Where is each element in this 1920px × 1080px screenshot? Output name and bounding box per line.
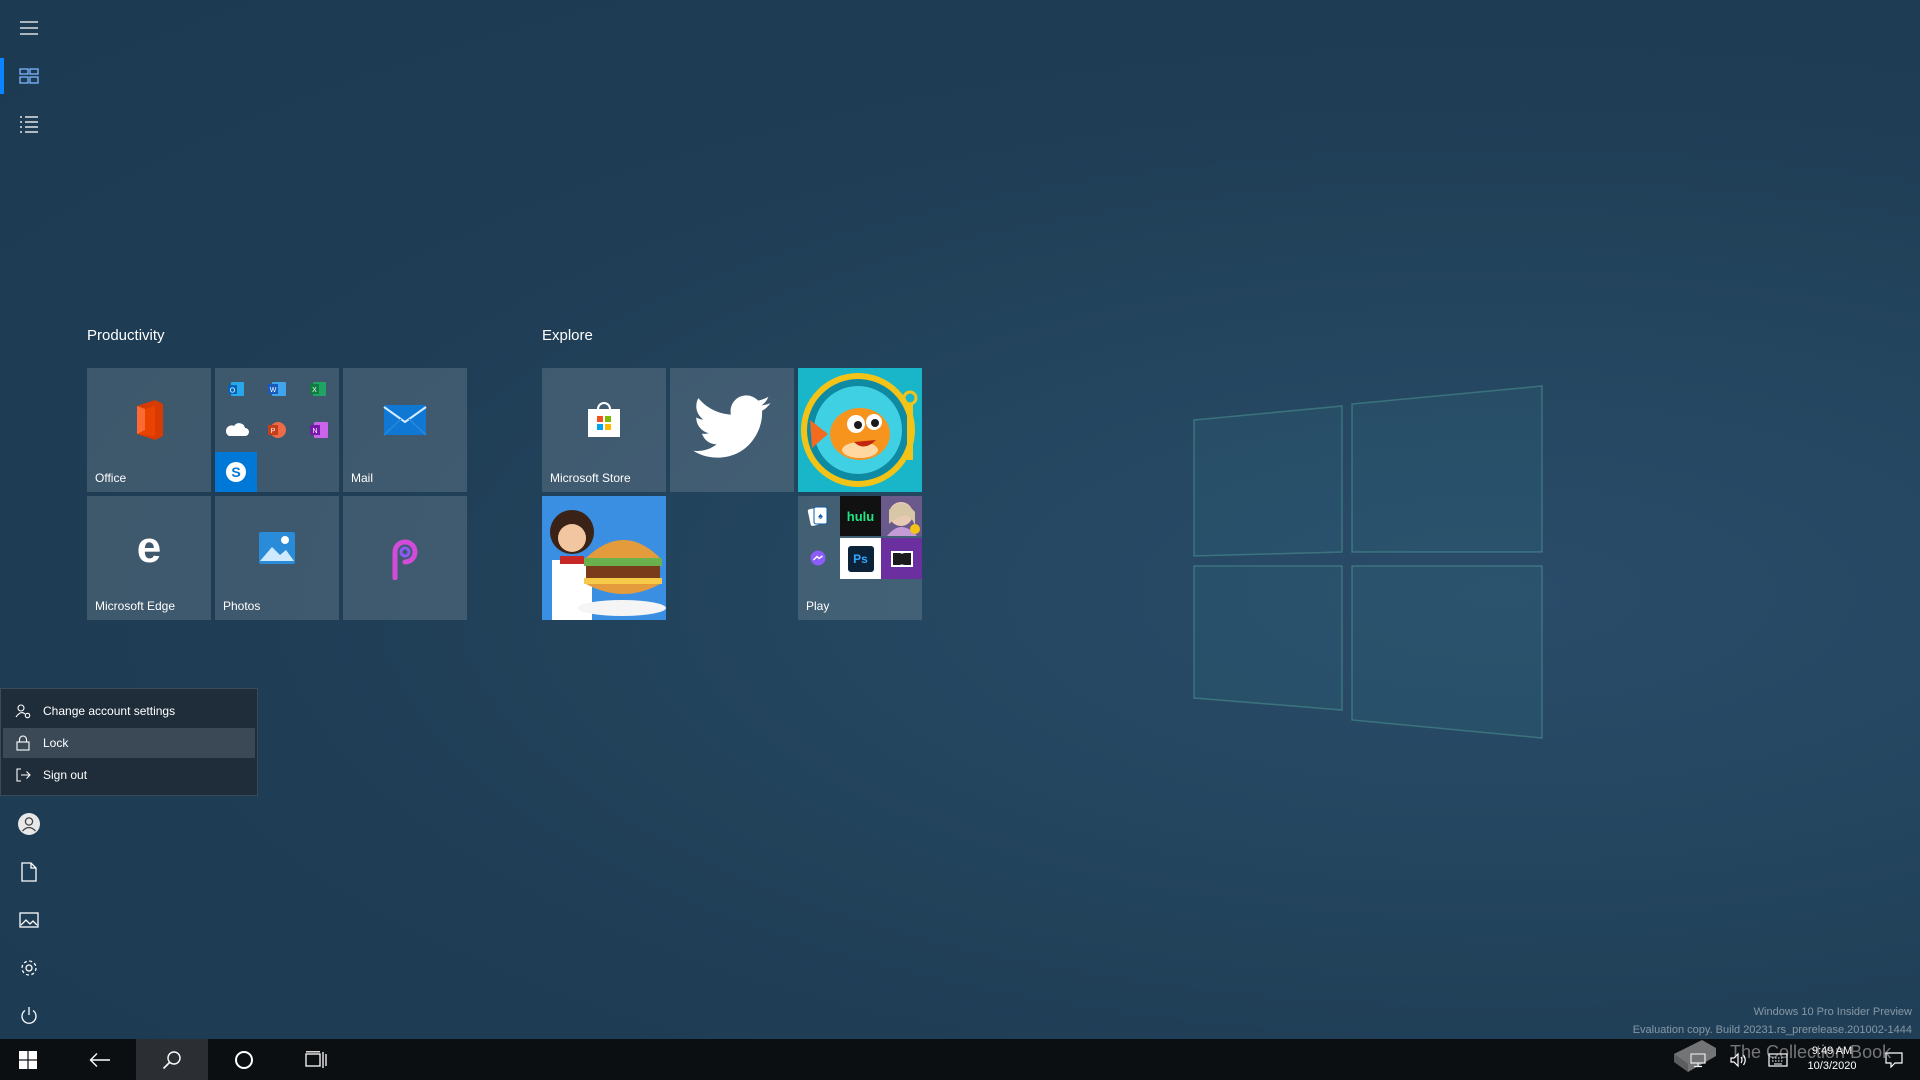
flyout-item-label: Change account settings <box>43 704 176 718</box>
tile-label: Mail <box>351 471 374 485</box>
hulu-tile: hulu <box>840 496 881 536</box>
book-logo-icon <box>1674 1040 1716 1072</box>
dolby-icon <box>890 550 913 567</box>
twitter-bird-icon <box>693 395 771 458</box>
back-arrow-icon <box>89 1052 110 1067</box>
messenger-icon <box>810 550 826 566</box>
pinned-tiles-button[interactable] <box>0 52 58 100</box>
account-button[interactable] <box>0 800 58 848</box>
windows-start-icon <box>19 1050 37 1069</box>
solitaire-icon: ♠ <box>807 506 828 526</box>
tile-cooking-fever[interactable] <box>542 496 666 620</box>
tile-play-folder[interactable]: ♠ hulu Ps Play <box>798 496 922 620</box>
svg-text:♠: ♠ <box>818 511 823 521</box>
windows-wallpaper-logo <box>1193 385 1543 739</box>
powerpoint-icon: P <box>268 422 286 438</box>
picsart-icon <box>392 539 418 580</box>
word-icon: W <box>268 382 286 396</box>
tile-label: Office <box>95 471 127 485</box>
settings-button[interactable] <box>0 944 58 992</box>
taskbar: 9:49 AM 10/3/2020 <box>0 1039 1920 1080</box>
account-flyout: Change account settings Lock Sign out <box>0 688 258 796</box>
tile-label: Photos <box>223 599 261 613</box>
tile-label: Play <box>806 599 830 613</box>
brand-watermark: The Collection Book <box>1668 1032 1891 1074</box>
photos-icon <box>259 532 295 564</box>
tile-photos[interactable]: Photos <box>215 496 339 620</box>
power-button[interactable] <box>0 992 58 1040</box>
tile-twitter[interactable] <box>670 368 794 492</box>
excel-icon: X <box>310 382 326 396</box>
dolby-tile <box>881 538 922 579</box>
change-account-settings-item[interactable]: Change account settings <box>3 696 255 726</box>
flyout-item-label: Lock <box>43 736 69 750</box>
svg-text:X: X <box>312 387 317 394</box>
photoshop-icon: Ps <box>847 545 874 572</box>
account-settings-icon <box>15 704 31 719</box>
tile-label: Microsoft Store <box>550 471 631 485</box>
list-icon <box>20 116 38 133</box>
lock-icon <box>16 735 30 751</box>
svg-text:S: S <box>231 464 240 480</box>
group-title-explore[interactable]: Explore <box>542 327 593 344</box>
search-icon <box>162 1050 181 1069</box>
office-logo-icon <box>137 400 163 440</box>
skype-tile: S <box>215 452 257 492</box>
hamburger-icon <box>20 21 38 35</box>
lock-item[interactable]: Lock <box>3 728 255 758</box>
expand-menu-button[interactable] <box>0 4 58 52</box>
group-title-productivity[interactable]: Productivity <box>87 327 165 344</box>
cortana-circle-icon <box>235 1050 253 1069</box>
sign-out-icon <box>16 768 31 782</box>
power-icon <box>21 1007 37 1024</box>
task-view-icon <box>305 1050 327 1068</box>
onedrive-icon <box>225 423 249 436</box>
game-portrait-icon <box>881 496 922 536</box>
start-button[interactable] <box>0 1039 56 1080</box>
svg-text:N: N <box>312 428 317 435</box>
pictures-button[interactable] <box>0 896 58 944</box>
back-button[interactable] <box>64 1039 136 1080</box>
tiles-view-icon <box>19 68 39 84</box>
start-menu-rail <box>0 0 58 1039</box>
mail-icon <box>383 405 427 436</box>
document-icon <box>21 862 37 882</box>
tile-picsart[interactable] <box>343 496 467 620</box>
tile-mail[interactable]: Mail <box>343 368 467 492</box>
tile-label: Microsoft Edge <box>95 599 176 613</box>
tile-office[interactable]: Office <box>87 368 211 492</box>
photoshop-express-tile: Ps <box>840 538 881 579</box>
svg-text:e: e <box>137 528 161 568</box>
svg-text:W: W <box>270 387 277 394</box>
store-bag-icon <box>588 402 620 437</box>
tile-microsoft-store[interactable]: Microsoft Store <box>542 368 666 492</box>
fishdom-game-icon <box>798 368 922 492</box>
outlook-icon: O <box>228 382 244 396</box>
svg-text:O: O <box>230 388 236 395</box>
tile-fishdom[interactable] <box>798 368 922 492</box>
picture-icon <box>19 912 39 928</box>
flyout-item-label: Sign out <box>43 768 88 782</box>
sign-out-item[interactable]: Sign out <box>3 760 255 790</box>
brand-watermark-text: The Collection Book <box>1730 1042 1892 1062</box>
skype-icon: S <box>226 462 246 482</box>
tile-office-apps-folder[interactable]: O W X P N S <box>215 368 339 492</box>
task-view-button[interactable] <box>280 1039 352 1080</box>
tile-microsoft-edge[interactable]: e Microsoft Edge <box>87 496 211 620</box>
edge-legacy-icon: e <box>137 528 161 568</box>
onenote-icon: N <box>310 422 328 438</box>
gear-icon <box>21 960 37 976</box>
user-avatar-icon <box>18 813 40 835</box>
cooking-fever-game-icon <box>542 496 666 620</box>
build-watermark-line1: Windows 10 Pro Insider Preview <box>1753 1006 1912 1018</box>
cortana-button[interactable] <box>208 1039 280 1080</box>
documents-button[interactable] <box>0 848 58 896</box>
svg-text:P: P <box>271 428 276 435</box>
all-apps-button[interactable] <box>0 100 58 148</box>
search-button[interactable] <box>136 1039 208 1080</box>
